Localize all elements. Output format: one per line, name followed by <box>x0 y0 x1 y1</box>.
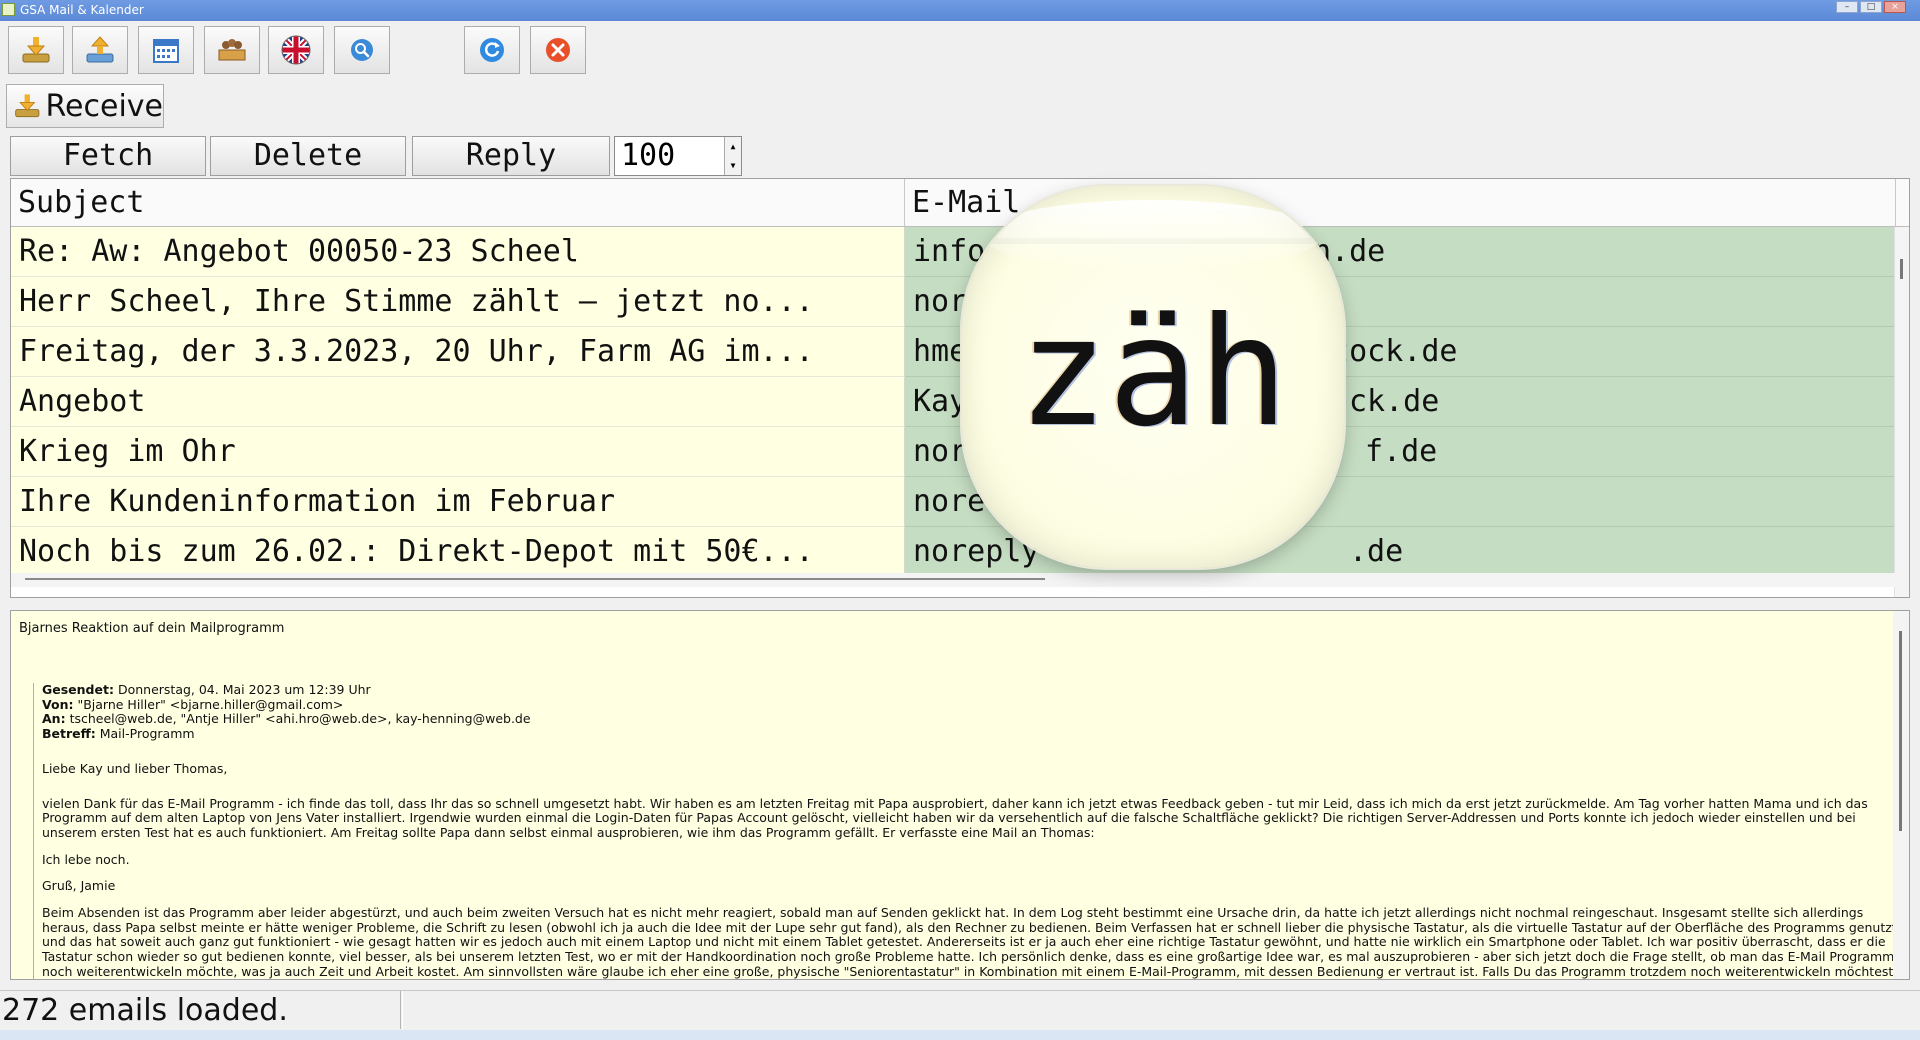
table-row[interactable]: Noch bis zum 26.02.: Direkt-Depot mit 50… <box>11 527 1896 577</box>
email-subject: Re: Aw: Angebot 00050-23 Scheel <box>11 227 905 277</box>
message-paragraph: vielen Dank für das E-Mail Programm - ic… <box>42 795 1868 840</box>
status-text: 272 emails loaded. <box>2 991 401 1029</box>
list-horizontal-scrollbar[interactable] <box>11 573 1896 587</box>
email-subject: Freitag, der 3.3.2023, 20 Uhr, Farm AG i… <box>11 327 905 377</box>
column-header-extra[interactable] <box>1896 179 1909 227</box>
status-bar: 272 emails loaded. <box>0 990 1920 1031</box>
delete-button[interactable]: Delete <box>210 136 406 176</box>
table-row[interactable]: Re: Aw: Angebot 00050-23 Scheel info n.de <box>11 227 1896 277</box>
refresh-button[interactable] <box>464 26 520 74</box>
message-quote: Ich lebe noch. <box>42 851 130 867</box>
exit-button[interactable] <box>530 26 586 74</box>
email-count-value: 100 <box>621 138 676 173</box>
calendar-icon <box>153 39 179 63</box>
table-row[interactable]: Herr Scheel, Ihre Stimme zählt – jetzt n… <box>11 277 1896 327</box>
preview-subject: Bjarnes Reaktion auf dein Mailprogramm <box>19 621 285 636</box>
receive-button[interactable]: Receive <box>6 84 164 128</box>
message-greeting: Liebe Kay und lieber Thomas, <box>42 760 228 776</box>
message-paragraph: Beim Absenden ist das Programm aber leid… <box>42 905 1898 979</box>
quoted-message: Gesendet: Donnerstag, 04. Mai 2023 um 12… <box>33 682 1902 979</box>
refresh-icon <box>480 38 504 62</box>
bottom-edge <box>0 1030 1920 1040</box>
title-bar: GSA Mail & Kalender – □ × <box>0 0 1920 21</box>
email-count-field[interactable]: 100 ▲ ▼ <box>614 136 742 176</box>
magnifier-lens: zäh <box>962 186 1344 568</box>
window-close-button[interactable]: × <box>1884 1 1906 13</box>
maximize-button[interactable]: □ <box>1860 1 1882 13</box>
upload-icon <box>86 36 114 63</box>
upload-button[interactable] <box>72 26 128 74</box>
email-preview: Bjarnes Reaktion auf dein Mailprogramm G… <box>10 610 1910 980</box>
email-subject: Krieg im Ohr <box>11 427 905 477</box>
list-vertical-scrollbar[interactable] <box>1894 227 1909 597</box>
status-pane <box>402 991 1913 1029</box>
receive-label: Receive <box>45 88 163 124</box>
language-button[interactable] <box>268 26 324 74</box>
magnified-text: zäh <box>1017 286 1289 460</box>
email-subject: Herr Scheel, Ihre Stimme zählt – jetzt n… <box>11 277 905 327</box>
download-icon <box>15 94 40 118</box>
search-icon <box>351 39 373 61</box>
email-subject: Ihre Kundeninformation im Februar <box>11 477 905 527</box>
contacts-button[interactable] <box>204 26 260 74</box>
fetch-button[interactable]: Fetch <box>10 136 206 176</box>
contacts-icon <box>218 39 246 61</box>
column-header-subject[interactable]: Subject <box>11 179 905 227</box>
calendar-button[interactable] <box>138 26 194 74</box>
table-row[interactable]: Freitag, der 3.3.2023, 20 Uhr, Farm AG i… <box>11 327 1896 377</box>
download-icon <box>22 37 50 63</box>
window-title: GSA Mail & Kalender <box>20 3 144 17</box>
uk-flag-icon <box>281 35 311 65</box>
mail-list: Subject E-Mail Re: Aw: Angebot 00050-23 … <box>10 178 1910 598</box>
download-button[interactable] <box>8 26 64 74</box>
table-row[interactable]: Ihre Kundeninformation im Februar nore <box>11 477 1896 527</box>
minimize-button[interactable]: – <box>1836 1 1858 13</box>
reply-button[interactable]: Reply <box>412 136 610 176</box>
search-button[interactable] <box>334 26 390 74</box>
table-row[interactable]: Krieg im Ohr nor f.de <box>11 427 1896 477</box>
email-subject: Noch bis zum 26.02.: Direkt-Depot mit 50… <box>11 527 905 577</box>
message-quote: Gruß, Jamie <box>42 878 116 894</box>
count-spinner[interactable]: ▲ ▼ <box>724 137 741 175</box>
app-icon <box>2 3 15 16</box>
email-subject: Angebot <box>11 377 905 427</box>
preview-vertical-scrollbar[interactable] <box>1893 611 1909 979</box>
close-icon <box>546 38 570 62</box>
table-row[interactable]: Angebot Kay ck.de <box>11 377 1896 427</box>
